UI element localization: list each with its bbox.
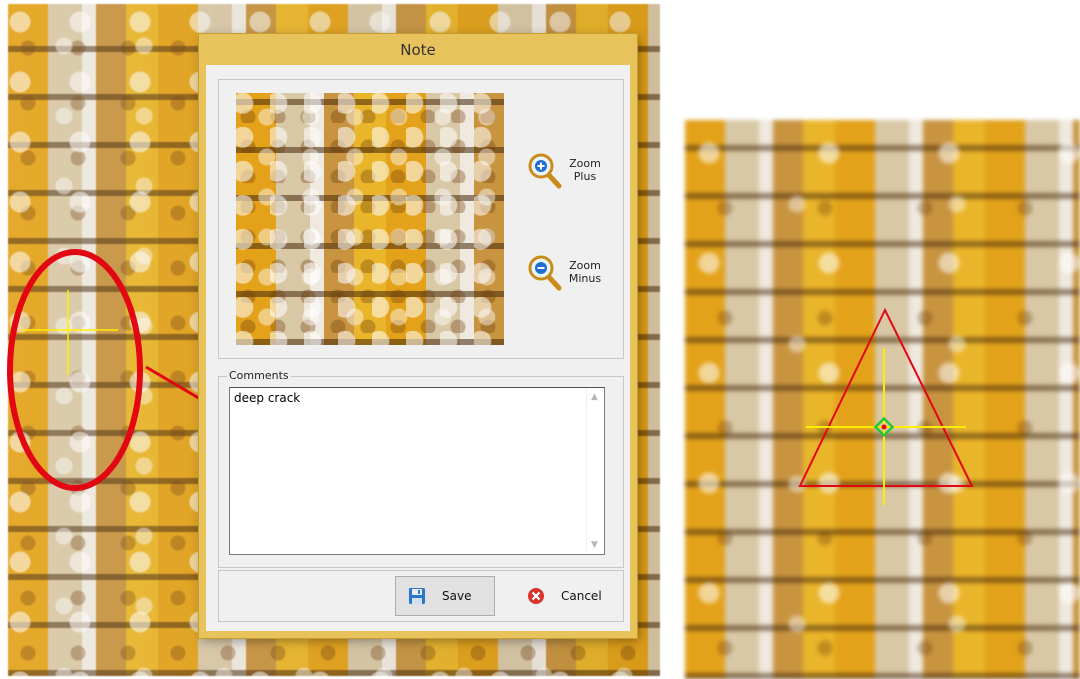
zoom-minus-line2: Minus xyxy=(568,272,602,285)
save-button[interactable]: Save xyxy=(395,576,495,616)
scroll-up-arrow-icon[interactable]: ▲ xyxy=(591,392,598,402)
button-bar: Save Cancel xyxy=(218,570,624,622)
zoom-minus-icon xyxy=(528,255,562,291)
zoom-plus-line1: Zoom xyxy=(569,157,601,170)
note-dialog: Note Zoom Plus Zoom Minus Comments deep … xyxy=(199,34,637,638)
scroll-down-arrow-icon[interactable]: ▼ xyxy=(591,540,598,550)
zoom-plus-icon xyxy=(528,153,562,189)
comments-text: deep crack xyxy=(234,391,301,405)
zoom-minus-button[interactable]: Zoom Minus xyxy=(525,250,615,294)
zoom-minus-line1: Zoom xyxy=(569,259,601,272)
save-label: Save xyxy=(442,589,472,603)
zoom-minus-label: Zoom Minus xyxy=(565,259,605,285)
floppy-disk-icon xyxy=(409,588,425,604)
zoom-plus-line2: Plus xyxy=(573,170,597,183)
zoom-plus-label: Zoom Plus xyxy=(565,157,605,183)
cancel-button[interactable]: Cancel xyxy=(515,576,615,616)
comments-group: Comments deep crack ▲ ▼ xyxy=(218,369,624,568)
preview-panel: Zoom Plus Zoom Minus xyxy=(218,79,624,359)
magnified-photo xyxy=(685,120,1080,679)
comments-scrollbar[interactable]: ▲ ▼ xyxy=(586,388,604,554)
dialog-titlebar: Note xyxy=(199,34,637,65)
dialog-title: Note xyxy=(400,40,436,59)
comments-textarea[interactable]: deep crack ▲ ▼ xyxy=(229,387,605,555)
comments-legend: Comments xyxy=(227,369,291,382)
zoom-plus-button[interactable]: Zoom Plus xyxy=(525,148,615,192)
red-x-circle-icon xyxy=(528,588,544,604)
cancel-label: Cancel xyxy=(561,589,602,603)
preview-image xyxy=(236,93,504,345)
